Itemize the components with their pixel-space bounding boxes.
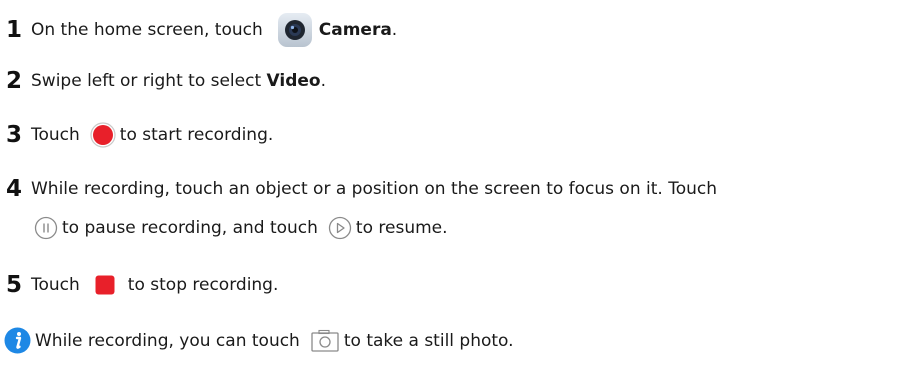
stop-button-icon (94, 274, 116, 296)
step-text-end: to resume. (355, 218, 448, 238)
camera-app-icon (277, 12, 313, 48)
step-text-end: to stop recording. (127, 275, 279, 295)
resume-button-icon (328, 216, 352, 240)
step-text: Swipe left or right to select (31, 71, 262, 91)
info-icon (4, 327, 31, 354)
step-text-end: . (320, 71, 327, 91)
note-text-end: to take a still photo. (343, 330, 514, 351)
record-button-icon (90, 122, 116, 148)
step-number: 4 (6, 176, 23, 202)
step-text-end: to start recording. (119, 125, 274, 145)
step-4: 4 While recording, touch an object or a … (6, 177, 717, 201)
note-text: While recording, you can touch (35, 330, 300, 351)
pause-button-icon (34, 216, 58, 240)
camera-label: Camera (318, 20, 392, 40)
step-number: 3 (6, 122, 23, 148)
step-number: 5 (6, 272, 23, 298)
step-text: to pause recording, and touch (62, 218, 318, 238)
step-3: 3 Touch to start recording. (6, 122, 273, 148)
step-number: 1 (6, 17, 23, 43)
step-text: Touch (31, 125, 80, 145)
capture-photo-icon (310, 329, 340, 353)
note: While recording, you can touch to take a… (4, 327, 514, 354)
step-text-end: . (391, 20, 398, 40)
step-text: Touch (31, 275, 80, 295)
step-1: 1 On the home screen, touch Camera . (6, 12, 397, 48)
video-label: Video (266, 71, 321, 91)
step-2: 2 Swipe left or right to select Video . (6, 69, 326, 93)
step-text: On the home screen, touch (31, 20, 263, 40)
step-5: 5 Touch to stop recording. (6, 273, 278, 297)
step-4-continued: to pause recording, and touch to resume. (34, 216, 448, 240)
step-text: While recording, touch an object or a po… (31, 179, 718, 199)
step-number: 2 (6, 68, 23, 94)
